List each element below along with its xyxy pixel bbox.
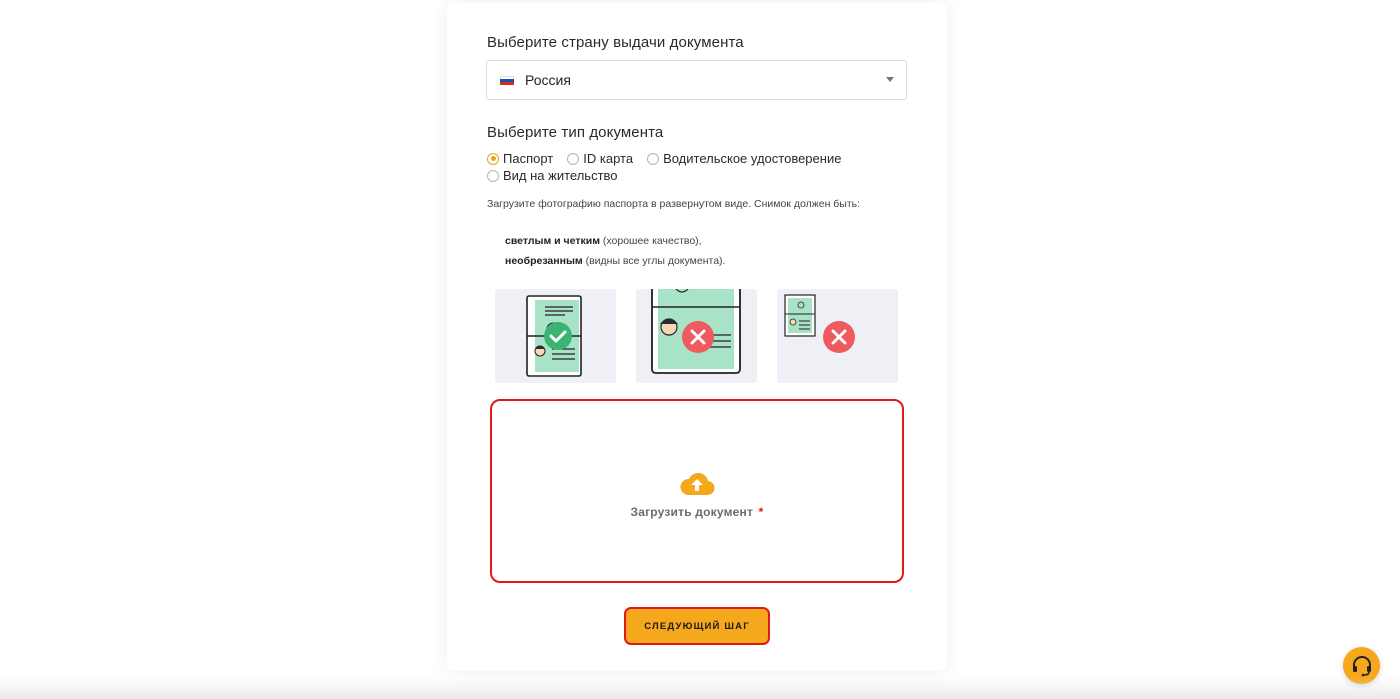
- radio-passport-label: Паспорт: [503, 151, 554, 166]
- radio-passport[interactable]: Паспорт: [487, 151, 553, 166]
- upload-document-text: Загрузить документ: [630, 504, 754, 519]
- doc-type-label: Выберите тип документа: [487, 124, 664, 141]
- radio-drivers-license[interactable]: Водительское удостоверение: [647, 151, 841, 166]
- passport-cropped-illustration: [651, 289, 741, 374]
- requirement-quality: светлым и четким (хорошее качество),: [505, 235, 702, 247]
- upload-hint: Загрузите фотографию паспорта в разверну…: [487, 198, 861, 210]
- radio-id-card[interactable]: ID карта: [567, 151, 633, 166]
- example-good-passport: [495, 289, 616, 383]
- example-small-passport: [777, 289, 898, 383]
- requirement-uncropped-rest: (видны все углы документа).: [582, 255, 726, 267]
- russia-flag-icon: [500, 75, 514, 85]
- passport-small-illustration: [784, 294, 855, 353]
- radio-id-card-label: ID карта: [583, 151, 634, 166]
- country-select-value: Россия: [525, 72, 571, 88]
- requirement-uncropped-bold: необрезанным: [505, 255, 583, 267]
- radio-residence-permit[interactable]: Вид на жительство: [487, 168, 618, 183]
- radio-drivers-license-label: Водительское удостоверение: [663, 151, 842, 166]
- country-label: Выберите страну выдачи документа: [487, 34, 744, 51]
- next-step-button[interactable]: СЛЕДУЮЩИЙ ШАГ: [624, 607, 770, 645]
- page-bottom-shadow: [0, 677, 1400, 699]
- cloud-upload-icon: [680, 472, 715, 495]
- requirement-uncropped: необрезанным (видны все углы документа).: [505, 255, 725, 267]
- upload-document-dropzone[interactable]: Загрузить документ *: [490, 399, 904, 583]
- requirement-quality-bold: светлым и четким: [505, 235, 600, 247]
- chevron-down-icon[interactable]: [886, 77, 894, 82]
- radio-passport-dot[interactable]: [487, 152, 499, 165]
- doc-type-radio-group: Паспорт ID карта Водительское удостовере…: [487, 150, 907, 184]
- upload-document-label: Загрузить документ *: [631, 505, 764, 519]
- passport-good-illustration: [526, 295, 582, 377]
- document-form-card: Выберите страну выдачи документа Россия …: [447, 3, 947, 671]
- radio-drivers-license-dot[interactable]: [647, 152, 660, 165]
- radio-residence-permit-label: Вид на жительство: [503, 168, 618, 183]
- requirement-quality-rest: (хорошее качество),: [599, 235, 702, 247]
- radio-id-card-dot[interactable]: [567, 152, 580, 165]
- required-mark: *: [758, 504, 764, 519]
- country-select[interactable]: Россия: [486, 60, 907, 100]
- headset-icon: [1352, 655, 1371, 676]
- example-cropped-passport: [636, 289, 757, 383]
- example-images: [495, 289, 898, 383]
- radio-residence-permit-dot[interactable]: [487, 169, 499, 182]
